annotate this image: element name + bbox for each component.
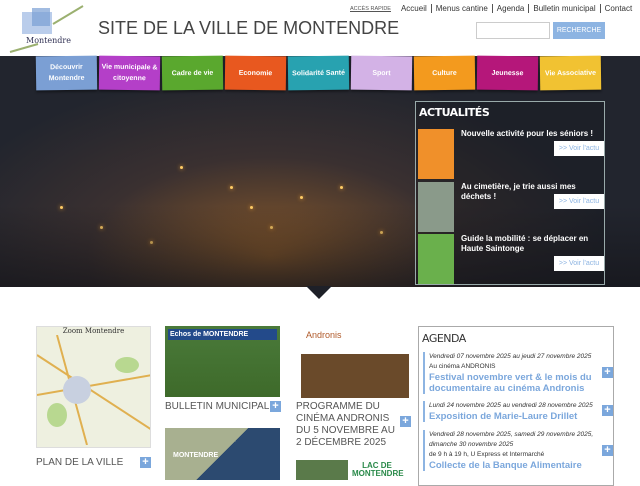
montendre-brochure-image[interactable]: MONTENDRE: [165, 428, 280, 480]
cinema-image-title: Andronis: [306, 330, 342, 340]
event-title[interactable]: Festival novembre vert & le mois du docu…: [429, 372, 609, 394]
link-menus-cantine[interactable]: Menus cantine: [430, 4, 492, 13]
event-date: Vendredi 07 novembre 2025 au jeudi 27 no…: [429, 353, 592, 360]
view-news-button[interactable]: >> Voir l'actu: [554, 141, 604, 156]
bulletin-image-title: Echos de MONTENDRE: [168, 329, 277, 340]
event-title[interactable]: Exposition de Marie-Laure Drillet: [429, 411, 609, 422]
event-title[interactable]: Collecte de la Banque Alimentaire: [429, 460, 609, 471]
agenda-title: AGENDA: [422, 332, 466, 345]
site-title: SITE DE LA VILLE DE MONTENDRE: [98, 18, 400, 38]
plus-icon[interactable]: +: [602, 445, 613, 456]
view-news-button[interactable]: >> Voir l'actu: [554, 256, 604, 271]
nav-tab[interactable]: Solidarité Santé: [287, 55, 350, 91]
nav-tab[interactable]: Cadre de vie: [161, 55, 224, 91]
cinema-image[interactable]: Andronis: [296, 326, 411, 398]
quick-links: ACCÈS RAPIDE Accueil Menus cantine Agend…: [350, 4, 636, 13]
plus-icon[interactable]: +: [140, 457, 151, 468]
nav-tab[interactable]: Culture: [413, 55, 476, 91]
news-item: Guide la mobilité : se déplacer en Haute…: [418, 234, 604, 286]
event-place: Au cinéma ANDRONIS: [429, 363, 496, 370]
news-item: Au cimetière, je trie aussi mes déchets …: [418, 182, 604, 234]
link-contact[interactable]: Contact: [599, 4, 637, 13]
search-input[interactable]: [476, 22, 550, 39]
lake-image-title: LAC DE MONTENDRE: [352, 461, 404, 478]
nav-tab[interactable]: Jeunesse: [476, 55, 539, 91]
link-bulletin[interactable]: Bulletin municipal: [528, 4, 599, 13]
logo-graphic: [9, 5, 84, 53]
nav-tab[interactable]: Découvrir Montendre: [35, 55, 98, 91]
nav-tab[interactable]: Economie: [224, 55, 287, 91]
news-thumbnail[interactable]: [418, 182, 454, 232]
hero-arrow-indicator: [306, 286, 332, 299]
nav-tab[interactable]: Vie Associative: [539, 55, 602, 91]
plus-icon[interactable]: +: [400, 416, 411, 427]
news-thumbnail[interactable]: [418, 129, 454, 179]
news-item-title[interactable]: Guide la mobilité : se déplacer en Haute…: [461, 234, 604, 254]
plus-icon[interactable]: +: [602, 367, 613, 378]
agenda-panel: AGENDA Vendredi 07 novembre 2025 au jeud…: [418, 326, 614, 486]
plus-icon[interactable]: +: [602, 405, 613, 416]
brochure-image-title: MONTENDRE: [173, 452, 219, 459]
bulletin-image[interactable]: Echos de MONTENDRE: [165, 326, 280, 397]
link-accueil[interactable]: Accueil: [397, 4, 431, 13]
news-title: ACTUALITÉS: [419, 106, 490, 119]
agenda-event: Vendredi 28 novembre 2025, samedi 29 nov…: [423, 430, 613, 471]
news-item: Nouvelle activité pour les séniors ! >> …: [418, 129, 604, 181]
news-thumbnail[interactable]: [418, 234, 454, 284]
plus-icon[interactable]: +: [270, 401, 281, 412]
news-panel: ACTUALITÉS Nouvelle activité pour les sé…: [415, 101, 605, 285]
logo-text: Montendre: [26, 36, 71, 45]
news-item-title[interactable]: Nouvelle activité pour les séniors !: [461, 129, 604, 139]
event-place: de 9 h à 19 h, U Express et Intermarché: [429, 451, 545, 458]
plan-label[interactable]: PLAN DE LA VILLE: [36, 457, 123, 469]
link-agenda[interactable]: Agenda: [491, 4, 529, 13]
map-graphic: [37, 334, 150, 446]
search-button[interactable]: RECHERCHE: [553, 22, 605, 39]
map-image-title: Zoom Montendre: [62, 327, 125, 335]
lake-image[interactable]: LAC DE MONTENDRE: [296, 460, 411, 480]
quick-access-label[interactable]: ACCÈS RAPIDE: [350, 6, 391, 12]
agenda-event: Lundi 24 novembre 2025 au vendredi 28 no…: [423, 401, 613, 422]
site-logo[interactable]: Montendre: [8, 4, 88, 54]
city-map-image[interactable]: Zoom Montendre: [36, 326, 151, 448]
bulletin-label[interactable]: BULLETIN MUNICIPAL: [165, 401, 269, 413]
agenda-event: Vendredi 07 novembre 2025 au jeudi 27 no…: [423, 352, 613, 394]
event-date: Lundi 24 novembre 2025 au vendredi 28 no…: [429, 402, 593, 409]
nav-tab[interactable]: Vie municipale & citoyenne: [98, 55, 161, 91]
nav-tab[interactable]: Sport: [350, 55, 413, 91]
event-date: Vendredi 28 novembre 2025, samedi 29 nov…: [429, 431, 594, 448]
main-nav: Découvrir Montendre Vie municipale & cito…: [35, 55, 602, 91]
view-news-button[interactable]: >> Voir l'actu: [554, 194, 604, 209]
cinema-label[interactable]: PROGRAMME DU CINÉMA ANDRONIS DU 5 NOVEMB…: [296, 401, 401, 449]
